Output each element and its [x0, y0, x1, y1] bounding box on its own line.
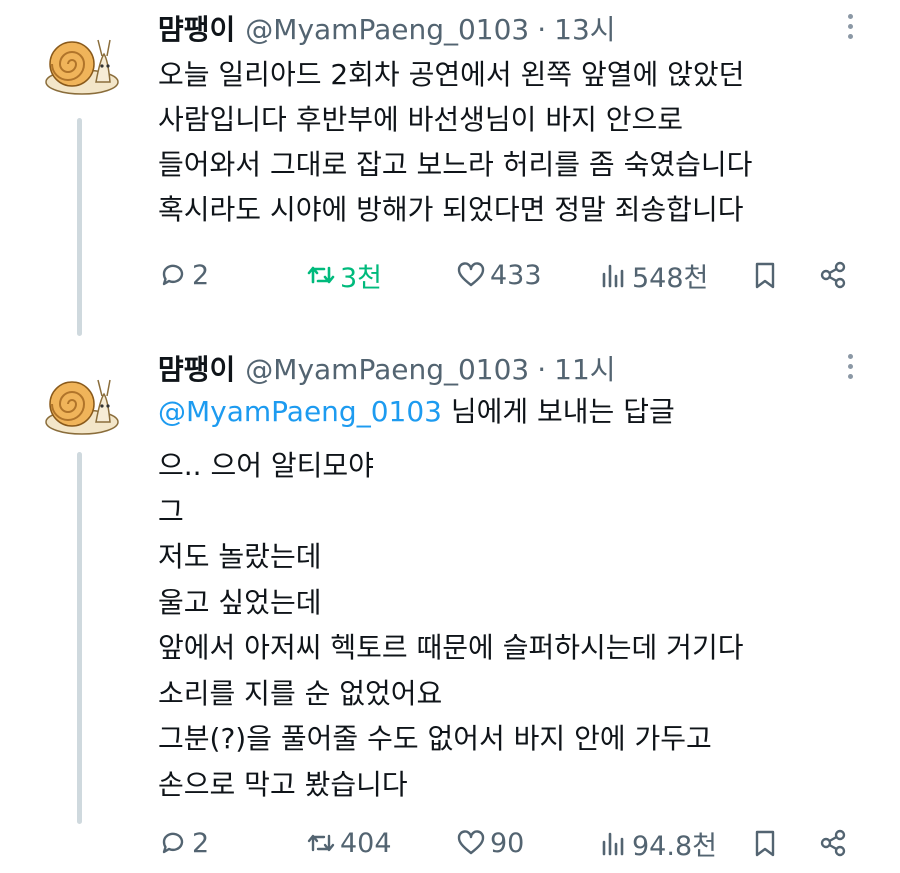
tweet[interactable]: 먐팽이 @MyamPaeng_0103 · 11시 @MyamPaeng_010… [0, 340, 900, 873]
like-count: 90 [490, 827, 525, 859]
display-name[interactable]: 먐팽이 [158, 8, 235, 48]
avatar[interactable] [40, 30, 120, 100]
reply-button[interactable]: 2 [158, 823, 209, 863]
bookmark-button[interactable] [750, 823, 784, 863]
like-icon [457, 830, 485, 855]
retweet-count: 404 [340, 827, 392, 859]
tweet-text: 으.. 으어 알티모야 그 저도 놀랐는데 울고 싶었는데 앞에서 아저씨 헥토… [158, 443, 743, 807]
avatar[interactable] [40, 370, 120, 440]
action-bar: 2 3천 433 548천 [158, 255, 858, 295]
user-handle[interactable]: @MyamPaeng_0103 [245, 13, 529, 46]
thread-line [77, 452, 82, 824]
mention-link[interactable]: @MyamPaeng_0103 [158, 395, 442, 428]
views-count: 94.8천 [632, 830, 717, 862]
tweet-line: 소리를 지를 순 없었어요 [158, 676, 443, 710]
separator: · [537, 13, 547, 46]
more-icon [844, 354, 856, 379]
tweet-line: 울고 싶었는데 [158, 585, 322, 619]
tweet-line: 그분(?)을 풀어줄 수도 없어서 바지 안에 가두고 [158, 722, 712, 755]
views-icon [602, 264, 624, 288]
like-icon [457, 262, 485, 287]
tweet-header: 먐팽이 @MyamPaeng_0103 · 13시 [158, 8, 616, 46]
retweet-button[interactable]: 404 [306, 823, 392, 863]
share-icon [820, 261, 846, 289]
bookmark-icon [755, 262, 775, 289]
reply-button[interactable]: 2 [158, 255, 209, 295]
more-options-button[interactable] [844, 14, 856, 44]
action-bar: 2 404 90 94.8천 [158, 823, 858, 863]
share-button[interactable] [818, 255, 852, 295]
tweet-line: 손으로 막고 봤습니다 [158, 767, 408, 801]
views-count: 548천 [632, 262, 709, 294]
views-icon [602, 832, 624, 856]
snail-avatar-icon [45, 379, 119, 435]
share-icon [820, 829, 846, 857]
retweet-icon [307, 266, 335, 284]
snail-avatar-icon [45, 39, 119, 95]
separator: · [537, 353, 547, 386]
tweet-line: 사람입니다 후반부에 바선생님이 바지 안으로 [158, 103, 684, 136]
tweet-line: 그 [158, 494, 184, 528]
tweet-line: 혹시라도 시야에 방해가 되었다면 정말 죄송합니다 [158, 193, 744, 226]
reply-icon [162, 264, 184, 286]
replying-to: @MyamPaeng_0103 님에게 보내는 답글 [158, 390, 675, 430]
views-button[interactable]: 94.8천 [598, 823, 717, 863]
retweet-button[interactable]: 3천 [306, 255, 382, 295]
retweet-icon [307, 834, 335, 852]
reply-count: 2 [192, 259, 210, 291]
retweet-count: 3천 [340, 262, 383, 294]
timestamp[interactable]: 13시 [554, 8, 615, 48]
user-handle[interactable]: @MyamPaeng_0103 [245, 353, 529, 386]
more-options-button[interactable] [844, 354, 856, 384]
like-button[interactable]: 90 [456, 823, 524, 863]
tweet[interactable]: 먐팽이 @MyamPaeng_0103 · 13시 오늘 일리아드 2회차 공연… [0, 0, 900, 340]
tweet-line: 앞에서 아저씨 헥토르 때문에 슬퍼하시는데 거기다 [158, 631, 744, 664]
like-button[interactable]: 433 [456, 255, 542, 295]
timestamp[interactable]: 11시 [554, 348, 615, 388]
tweet-line: 오늘 일리아드 2회차 공연에서 왼쪽 앞열에 앉았던 [158, 58, 745, 91]
more-icon [844, 14, 856, 39]
tweet-text: 오늘 일리아드 2회차 공연에서 왼쪽 앞열에 앉았던 사람입니다 후반부에 바… [158, 52, 752, 232]
replying-to-label: 님에게 보내는 답글 [441, 395, 675, 428]
tweet-header: 먐팽이 @MyamPaeng_0103 · 11시 [158, 348, 616, 386]
views-button[interactable]: 548천 [598, 255, 708, 295]
display-name[interactable]: 먐팽이 [158, 348, 235, 388]
bookmark-icon [755, 830, 775, 857]
like-count: 433 [490, 259, 542, 291]
tweet-line: 들어와서 그대로 잡고 보느라 허리를 좀 숙였습니다 [158, 148, 753, 181]
reply-icon [162, 832, 184, 854]
tweet-line: 으.. 으어 알티모야 [158, 449, 374, 482]
thread-line [77, 118, 82, 336]
bookmark-button[interactable] [750, 255, 784, 295]
share-button[interactable] [818, 823, 852, 863]
reply-count: 2 [192, 827, 210, 859]
tweet-line: 저도 놀랐는데 [158, 540, 322, 573]
